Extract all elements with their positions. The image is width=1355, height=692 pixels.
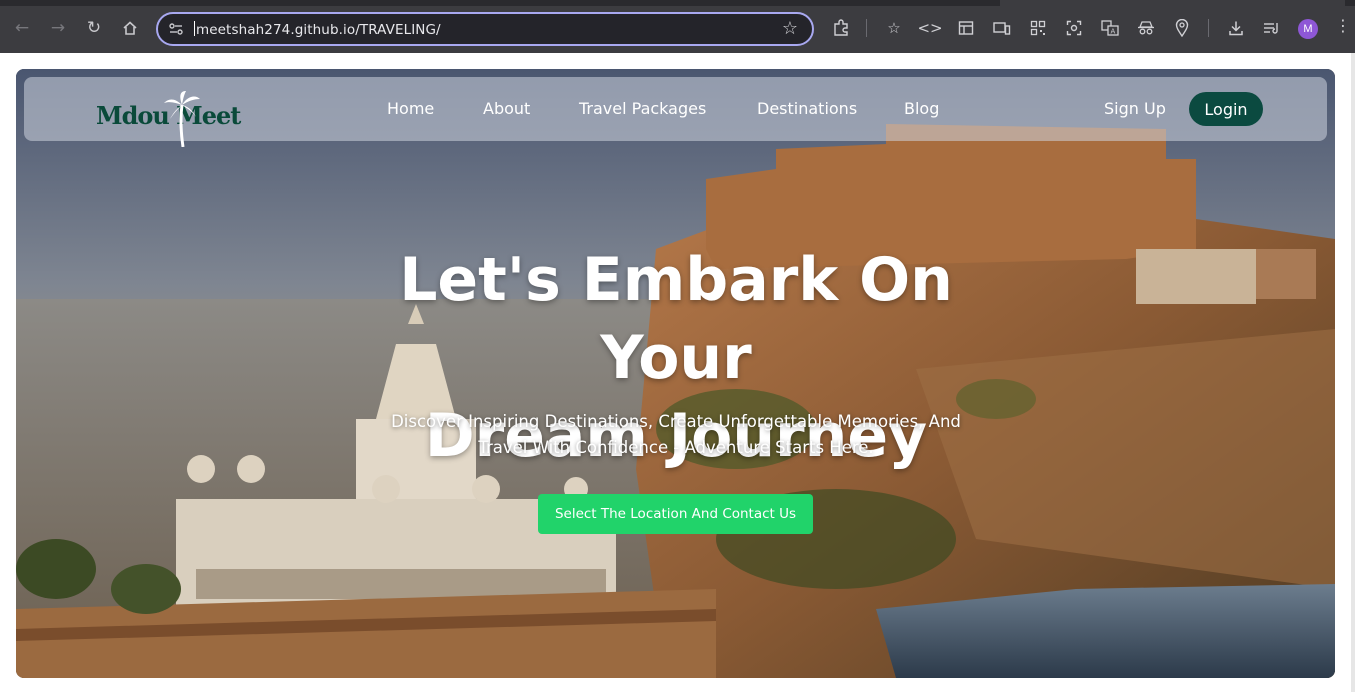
reload-icon: ↻	[86, 18, 102, 38]
qr-code-icon[interactable]	[1026, 16, 1050, 40]
media-queue-icon[interactable]	[1260, 16, 1284, 40]
site-navbar: Mdou Meet Home About Travel Packages Des…	[24, 77, 1327, 147]
arrow-left-icon: ←	[14, 18, 30, 38]
svg-text:A: A	[1111, 28, 1116, 36]
hero-subtitle-line-1: Discover Inspiring Destinations, Create …	[391, 412, 961, 431]
nav-home[interactable]: Home	[387, 99, 434, 118]
hero-subtitle: Discover Inspiring Destinations, Create …	[356, 409, 996, 461]
scrollbar[interactable]	[1351, 53, 1355, 692]
toolbar-separator	[866, 19, 867, 37]
layout-icon[interactable]	[954, 16, 978, 40]
login-label: Login	[1204, 99, 1248, 119]
login-button[interactable]: Login	[1189, 92, 1263, 126]
extensions-icon[interactable]	[829, 16, 853, 40]
signup-link[interactable]: Sign Up	[1104, 99, 1166, 118]
profile-avatar[interactable]: M	[1298, 19, 1318, 39]
reload-button[interactable]: ↻	[80, 14, 108, 42]
nav-travel-packages[interactable]: Travel Packages	[579, 99, 706, 118]
nav-destinations[interactable]: Destinations	[757, 99, 857, 118]
incognito-icon[interactable]	[1134, 16, 1158, 40]
nav-blog[interactable]: Blog	[904, 99, 939, 118]
hero-subtitle-line-2: Travel With Confidence - Adventure Start…	[478, 438, 874, 457]
page-viewport: Mdou Meet Home About Travel Packages Des…	[0, 53, 1355, 692]
screenshot-icon[interactable]	[1062, 16, 1086, 40]
hero-section: Mdou Meet Home About Travel Packages Des…	[16, 69, 1335, 678]
nav-about[interactable]: About	[483, 99, 530, 118]
palm-tree-icon	[164, 91, 200, 147]
arrow-right-icon: →	[50, 18, 66, 38]
url-text[interactable]: meetshah274.github.io/TRAVELING/	[194, 21, 441, 38]
forward-button[interactable]: →	[44, 14, 72, 42]
code-icon[interactable]: <>	[917, 16, 942, 40]
site-settings-icon[interactable]	[168, 21, 184, 37]
download-icon[interactable]	[1224, 16, 1248, 40]
more-menu-icon[interactable]: ⋮	[1335, 16, 1351, 35]
translate-icon[interactable]: A	[1098, 16, 1122, 40]
location-pin-icon[interactable]	[1170, 16, 1194, 40]
address-bar[interactable]: meetshah274.github.io/TRAVELING/ ☆	[156, 12, 814, 46]
select-location-contact-button[interactable]: Select The Location And Contact Us	[538, 494, 813, 534]
cta-label: Select The Location And Contact Us	[554, 506, 797, 522]
browser-toolbar: ← → ↻ meetshah274.github.io/TRAVELING/ ☆…	[0, 0, 1355, 53]
bookmark-star-icon[interactable]: ☆	[782, 18, 798, 39]
home-icon	[123, 21, 137, 35]
site-logo[interactable]: Mdou Meet	[96, 91, 246, 147]
toolbar-separator	[1208, 19, 1209, 37]
devices-icon[interactable]	[990, 16, 1014, 40]
reading-list-star-icon[interactable]: ☆	[882, 16, 906, 40]
tab-strip	[0, 0, 1355, 6]
back-button[interactable]: ←	[8, 14, 36, 42]
avatar-initial: M	[1303, 23, 1313, 35]
hero-title-line-1: Let's Embark On Your	[399, 245, 953, 393]
home-button[interactable]	[116, 14, 144, 42]
